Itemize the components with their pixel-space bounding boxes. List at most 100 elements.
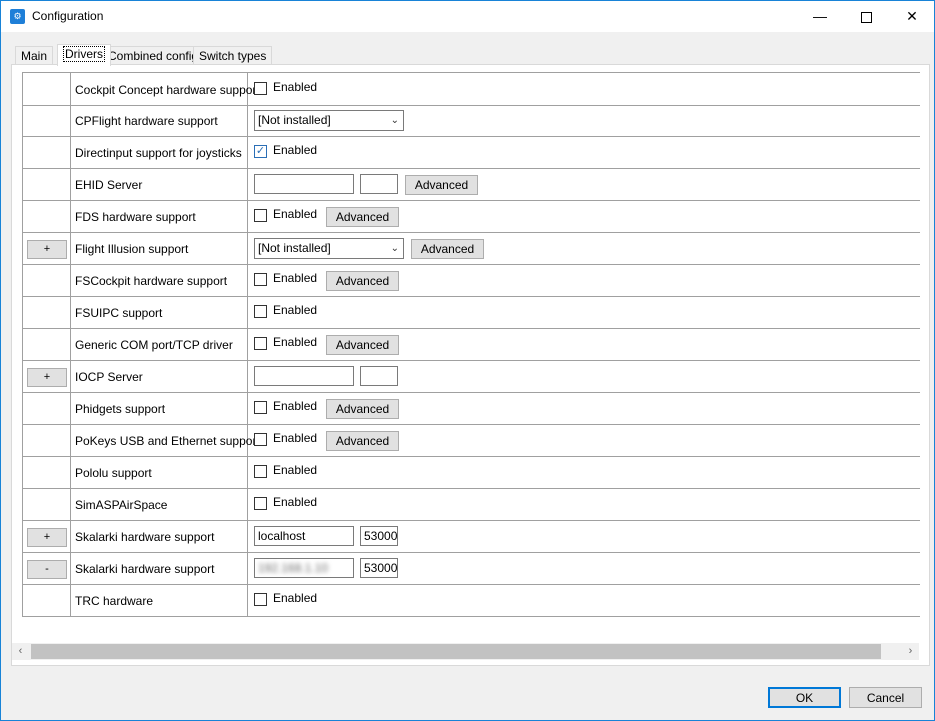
enabled-checkbox[interactable]	[254, 401, 267, 414]
driver-settings-cell: Enabled Advanced	[248, 200, 920, 232]
host-input[interactable]: 192.168.1.10	[254, 558, 354, 578]
table-row: FSUIPC support Enabled	[22, 296, 920, 329]
driver-settings-cell: Enabled	[248, 296, 920, 328]
driver-label: IOCP Server	[75, 370, 143, 384]
maximize-button[interactable]	[843, 1, 889, 32]
table-row: Cockpit Concept hardware support Enabled	[22, 72, 920, 106]
host-input[interactable]	[254, 366, 354, 386]
driver-name-cell: FDS hardware support	[70, 200, 248, 232]
tab-label: Main	[21, 49, 48, 63]
driver-settings-cell: 192.168.1.10 53000	[248, 552, 920, 584]
enabled-checkbox[interactable]	[254, 305, 267, 318]
table-row: - Skalarki hardware support 192.168.1.10 53…	[22, 552, 920, 585]
enabled-checkbox[interactable]	[254, 433, 267, 446]
close-button[interactable]: ✕	[889, 1, 934, 32]
row-header-cell	[22, 488, 71, 520]
driver-label: Flight Illusion support	[75, 242, 189, 256]
tab-drivers[interactable]: Drivers	[57, 44, 111, 66]
title-bar: ⚙ Configuration — ✕	[1, 1, 934, 32]
driver-label: Skalarki hardware support	[75, 562, 215, 576]
minimize-button[interactable]: —	[797, 1, 843, 32]
advanced-button[interactable]: Advanced	[326, 207, 399, 227]
enabled-checkbox[interactable]	[254, 82, 267, 95]
port-input[interactable]: 53000	[360, 558, 398, 578]
collapse-button[interactable]: -	[27, 560, 67, 579]
tab-label: Switch types	[199, 49, 267, 63]
port-input[interactable]	[360, 366, 398, 386]
enabled-label: Enabled	[273, 399, 318, 413]
driver-name-cell: Cockpit Concept hardware support	[70, 73, 260, 105]
driver-select[interactable]: [Not installed] ⌄	[254, 110, 404, 131]
ok-button[interactable]: OK	[768, 687, 841, 708]
table-row: + IOCP Server	[22, 360, 920, 393]
expand-button[interactable]: +	[27, 368, 67, 387]
driver-name-cell: Phidgets support	[70, 392, 248, 424]
row-header-cell	[22, 296, 71, 328]
row-header-cell	[22, 264, 71, 296]
driver-settings-cell: Enabled Advanced	[248, 392, 920, 424]
enabled-checkbox[interactable]	[254, 593, 267, 606]
driver-settings-cell: Enabled Advanced	[248, 424, 920, 456]
enabled-label: Enabled	[273, 495, 318, 509]
table-row: FSCockpit hardware support Enabled Advance…	[22, 264, 920, 297]
enabled-checkbox[interactable]	[254, 465, 267, 478]
driver-label: TRC hardware	[75, 594, 154, 608]
driver-name-cell: TRC hardware	[70, 584, 248, 616]
row-header-cell	[22, 328, 71, 360]
driver-label: CPFlight hardware support	[75, 114, 218, 128]
driver-settings-cell: Enabled Advanced	[248, 328, 920, 360]
enabled-checkbox[interactable]	[254, 209, 267, 222]
advanced-button[interactable]: Advanced	[326, 335, 399, 355]
advanced-button[interactable]: Advanced	[326, 399, 399, 419]
advanced-button[interactable]: Advanced	[326, 431, 399, 451]
enabled-checkbox[interactable]	[254, 273, 267, 286]
scroll-thumb[interactable]	[31, 644, 881, 659]
driver-label: Cockpit Concept hardware support	[75, 83, 260, 97]
driver-name-cell: Pololu support	[70, 456, 248, 488]
driver-settings-cell: Advanced	[248, 168, 920, 200]
driver-label: SimASPAirSpace	[75, 498, 168, 512]
row-header-cell	[22, 200, 71, 232]
driver-label: Generic COM port/TCP driver	[75, 338, 233, 352]
driver-name-cell: SimASPAirSpace	[70, 488, 248, 520]
enabled-label: Enabled	[273, 271, 318, 285]
driver-name-cell: FSUIPC support	[70, 296, 248, 328]
cancel-button[interactable]: Cancel	[849, 687, 922, 708]
port-input[interactable]	[360, 174, 398, 194]
row-header-cell	[22, 104, 71, 136]
host-input[interactable]	[254, 174, 354, 194]
driver-settings-cell: Enabled	[248, 73, 920, 105]
host-input[interactable]: localhost	[254, 526, 354, 546]
enabled-checkbox[interactable]	[254, 337, 267, 350]
tab-main[interactable]: Main	[15, 46, 54, 65]
driver-name-cell: Generic COM port/TCP driver	[70, 328, 248, 360]
expand-button[interactable]: +	[27, 240, 67, 259]
enabled-checkbox[interactable]: ✓	[254, 145, 267, 158]
scroll-left-arrow-icon[interactable]: ‹	[12, 643, 29, 660]
row-header-cell	[22, 584, 71, 616]
row-header-cell	[22, 168, 71, 200]
scroll-right-arrow-icon[interactable]: ›	[902, 643, 919, 660]
driver-select[interactable]: [Not installed] ⌄	[254, 238, 404, 259]
driver-name-cell: FSCockpit hardware support	[70, 264, 248, 296]
driver-name-cell: Skalarki hardware support	[70, 552, 248, 584]
tab-combined-config[interactable]: Combined config	[102, 46, 205, 65]
enabled-label: Enabled	[273, 303, 318, 317]
tab-switch-types[interactable]: Switch types	[193, 46, 273, 65]
advanced-button[interactable]: Advanced	[326, 271, 399, 291]
horizontal-scrollbar[interactable]: ‹ ›	[12, 643, 919, 660]
advanced-button[interactable]: Advanced	[411, 239, 484, 259]
table-row: + Flight Illusion support [Not installed] ⌄…	[22, 232, 920, 265]
table-row: Directinput support for joysticks ✓ Enable…	[22, 136, 920, 169]
advanced-button[interactable]: Advanced	[405, 175, 478, 195]
port-input[interactable]: 53000	[360, 526, 398, 546]
driver-name-cell: Skalarki hardware support	[70, 520, 248, 552]
tab-label: Combined config	[108, 49, 199, 63]
enabled-checkbox[interactable]	[254, 497, 267, 510]
driver-name-cell: PoKeys USB and Ethernet support	[70, 424, 260, 456]
table-row: Phidgets support Enabled Advanced	[22, 392, 920, 425]
expand-button[interactable]: +	[27, 528, 67, 547]
driver-settings-cell: Enabled	[248, 584, 920, 616]
driver-name-cell: Directinput support for joysticks	[70, 136, 248, 168]
row-header-cell: +	[22, 520, 71, 552]
